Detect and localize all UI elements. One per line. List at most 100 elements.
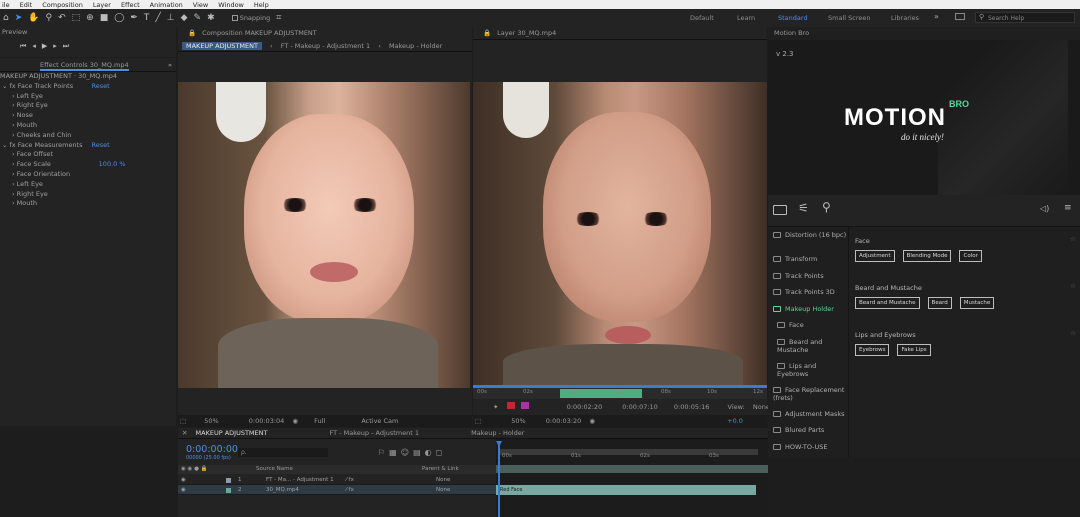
selection-tool-icon[interactable]: ➤ xyxy=(15,13,23,23)
lock-icon[interactable]: 🔒 xyxy=(188,29,196,37)
menu-file[interactable]: ile xyxy=(2,1,10,9)
category-item[interactable]: Distortion (16 bpc) xyxy=(768,227,848,251)
menu-icon[interactable]: ≡ xyxy=(1064,203,1072,213)
workspace-standard[interactable]: Standard xyxy=(778,14,808,22)
frame-blending-icon[interactable]: ▤ xyxy=(413,448,425,457)
category-item[interactable]: Transform xyxy=(768,251,848,268)
motion-blur-icon[interactable]: ◐ xyxy=(425,448,436,457)
favorite-star-icon[interactable]: ☆ xyxy=(1070,235,1076,243)
workspace-libraries[interactable]: Libraries xyxy=(891,14,919,22)
effect-property-row[interactable]: › Mouth xyxy=(0,199,176,209)
layer-lock-icon[interactable]: 🔒 xyxy=(483,29,491,37)
favorite-star-icon[interactable]: ☆ xyxy=(1070,329,1076,337)
preset-button[interactable]: Fake Lips xyxy=(897,344,931,356)
crumb-makeup-adjustment[interactable]: MAKEUP ADJUSTMENT xyxy=(182,42,262,50)
category-item[interactable]: Lips and Eyebrows xyxy=(768,358,848,382)
next-frame-icon[interactable]: ▸ xyxy=(53,42,63,50)
layer-zoom-dropdown[interactable]: 50% xyxy=(511,417,525,425)
render-icon[interactable] xyxy=(506,402,515,409)
motion-bro-tab[interactable]: Motion Bro xyxy=(768,27,1080,40)
graph-editor-icon[interactable]: ◻ xyxy=(436,448,447,457)
fx-switch-icon[interactable]: ⁄ fx xyxy=(346,485,354,495)
category-item[interactable]: Beard and Mustache xyxy=(768,334,848,358)
menu-animation[interactable]: Animation xyxy=(150,1,183,9)
comp-current-time[interactable]: 0:00:03:04 xyxy=(249,417,285,425)
home-icon[interactable]: ⌂ xyxy=(3,13,9,23)
preset-button[interactable]: Beard xyxy=(927,297,952,309)
disclosure-arrow-icon[interactable]: ⌄ xyxy=(2,82,10,90)
parent-dropdown[interactable]: None xyxy=(436,485,450,495)
effect-property-row[interactable]: › Nose xyxy=(0,111,176,121)
exposure-value[interactable]: +0.0 xyxy=(727,417,743,425)
out-time[interactable]: 0:00:07:10 xyxy=(622,403,658,411)
shy-icon[interactable]: ☺ xyxy=(401,448,413,457)
camera-tool-icon[interactable]: ⬚ xyxy=(72,13,81,23)
pan-behind-tool-icon[interactable]: ⊕ xyxy=(86,13,94,23)
comp-flowchart-icon[interactable]: ⚐ xyxy=(378,448,389,457)
effect-property-row[interactable]: › Mouth xyxy=(0,121,176,131)
workspace-small-screen[interactable]: Small Screen xyxy=(828,14,870,22)
roto-brush-tool-icon[interactable]: ✎ xyxy=(194,13,202,23)
layer-snapshot-icon[interactable]: ◉ xyxy=(589,417,595,425)
category-item[interactable]: Makeup Holder xyxy=(768,301,848,318)
ellipse-tool-icon[interactable]: ◯ xyxy=(114,13,124,23)
brush-tool-icon[interactable]: ╱ xyxy=(155,13,160,23)
category-item[interactable]: Adjustment Masks xyxy=(768,406,848,423)
zoom-tool-icon[interactable]: ⚲ xyxy=(45,13,52,23)
in-time[interactable]: 0:00:02:20 xyxy=(567,403,603,411)
panel-expand-icon[interactable]: » xyxy=(168,58,172,72)
layer-name[interactable]: 30_MQ.mp4 xyxy=(266,485,299,495)
close-tab-icon[interactable]: ✕ xyxy=(182,429,187,437)
menu-layer[interactable]: Layer xyxy=(93,1,111,9)
col-source-name[interactable]: Source Name xyxy=(256,465,293,474)
layer-viewer-image[interactable] xyxy=(473,82,767,388)
layer-bar-2[interactable]: Red Face xyxy=(496,485,756,495)
preset-button[interactable]: Color xyxy=(959,250,982,262)
label-color-swatch[interactable] xyxy=(226,478,231,483)
puppet-tool-icon[interactable]: ✱ xyxy=(207,13,215,23)
last-frame-icon[interactable]: ⏭ xyxy=(63,42,75,50)
effect-property-value[interactable]: Reset xyxy=(92,141,110,149)
layer-time-ruler[interactable]: 00s 02s 04s 06s 08s 10s 12s xyxy=(473,385,767,399)
favorite-star-icon[interactable]: ☆ xyxy=(1070,282,1076,290)
effect-property-row[interactable]: › Cheeks and Chin xyxy=(0,131,176,141)
prev-frame-icon[interactable]: ◂ xyxy=(32,42,42,50)
timeline-ruler[interactable]: 00s 01s 02s 03s xyxy=(496,453,768,463)
workspace-default[interactable]: Default xyxy=(690,14,714,22)
playhead-handle[interactable] xyxy=(496,441,502,447)
rectangle-tool-icon[interactable]: ■ xyxy=(100,13,109,23)
effect-property-row[interactable]: ⌄ fx Face Measurements Reset xyxy=(0,141,176,151)
menu-help[interactable]: Help xyxy=(254,1,269,9)
effect-property-row[interactable]: ⌄ fx Face Track Points Reset xyxy=(0,82,176,92)
preview-tab[interactable]: Preview xyxy=(0,27,176,37)
category-item[interactable]: Blured Parts xyxy=(768,422,848,439)
folder-icon[interactable] xyxy=(773,205,787,215)
effect-controls-tab[interactable]: Effect Controls 30_MQ.mp4 xyxy=(40,61,129,71)
visibility-eye-icon[interactable]: ◉ xyxy=(181,485,186,495)
effect-property-value[interactable]: 100.0 % xyxy=(99,160,126,168)
snapping-checkbox[interactable] xyxy=(231,15,238,21)
draft-3d-icon[interactable]: ▦ xyxy=(389,448,401,457)
preset-button[interactable]: Adjustment xyxy=(855,250,895,262)
snapshot-icon[interactable]: ◉ xyxy=(292,417,298,425)
layer-bar-1[interactable] xyxy=(496,465,768,473)
timeline-tab-ft-makeup[interactable]: FT - Makeup - Adjustment 1 xyxy=(330,429,419,437)
timeline-layer-row[interactable]: ◉ 2 30_MQ.mp4 ⁄ fx None xyxy=(178,485,496,495)
type-tool-icon[interactable]: T xyxy=(144,13,150,23)
menu-effect[interactable]: Effect xyxy=(121,1,140,9)
parent-dropdown[interactable]: None xyxy=(436,475,450,485)
search-icon[interactable]: ⚲ xyxy=(822,200,831,214)
effect-property-row[interactable]: › Face Orientation xyxy=(0,170,176,180)
comp-zoom-dropdown[interactable]: 50% xyxy=(204,417,218,425)
always-preview-icon[interactable]: ⬚ xyxy=(180,417,186,425)
layer-preview-icon[interactable]: ⬚ xyxy=(475,417,481,425)
label-color-swatch[interactable] xyxy=(226,488,231,493)
timeline-layer-row[interactable]: ◉ 1 FT - Ma... - Adjustment 1 ⁄ fx None xyxy=(178,475,496,485)
effect-property-row[interactable]: › Face Scale 100.0 % xyxy=(0,160,176,170)
clone-stamp-tool-icon[interactable]: ⊥ xyxy=(167,13,175,23)
menu-window[interactable]: Window xyxy=(218,1,244,9)
playhead-line[interactable] xyxy=(498,443,500,517)
effect-property-row[interactable]: › Right Eye xyxy=(0,190,176,200)
preset-button[interactable]: Mustache xyxy=(959,297,995,309)
snap-options-icon[interactable]: ⌗ xyxy=(276,13,281,23)
